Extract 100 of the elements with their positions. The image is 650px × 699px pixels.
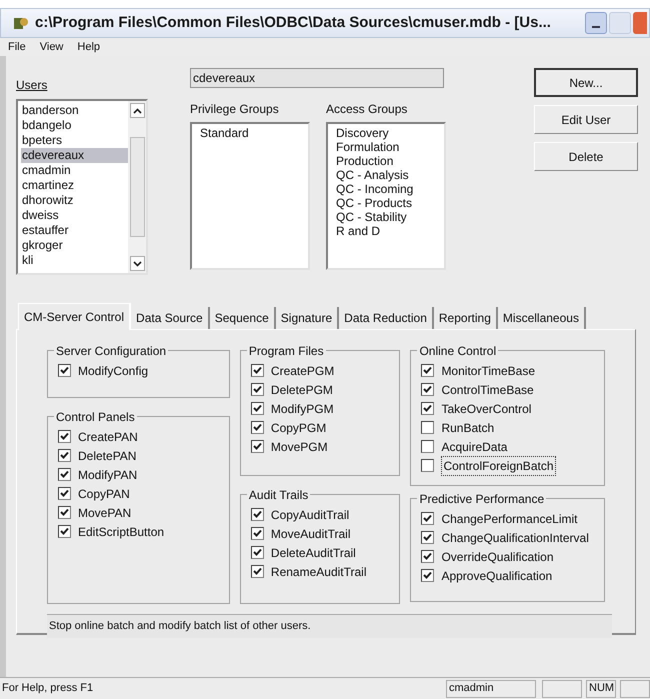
scrollbar[interactable] xyxy=(128,101,146,273)
tab[interactable]: Reporting xyxy=(434,307,498,329)
list-item[interactable]: QC - Products xyxy=(336,196,436,210)
list-item[interactable]: R and D xyxy=(336,224,436,238)
user-item[interactable]: cmadmin xyxy=(21,163,128,178)
user-item[interactable]: bpeters xyxy=(21,133,128,148)
list-item[interactable]: Formulation xyxy=(336,140,436,154)
checkbox-label: CopyPAN xyxy=(78,486,130,502)
user-item[interactable]: dweiss xyxy=(21,208,128,223)
checkbox[interactable] xyxy=(58,430,71,443)
check-icon xyxy=(60,508,69,517)
user-item[interactable]: gkroger xyxy=(21,238,128,253)
privilege-groups-label: Privilege Groups xyxy=(190,101,280,118)
check-icon xyxy=(60,527,69,536)
user-item[interactable]: estauffer xyxy=(21,223,128,238)
list-item[interactable]: Production xyxy=(336,154,436,168)
checkbox-label: MovePAN xyxy=(78,504,132,522)
user-item[interactable]: bdangelo xyxy=(21,118,128,133)
checkbox[interactable] xyxy=(421,569,434,582)
checkbox-label: ChangePerformanceLimit xyxy=(441,510,578,528)
checkbox[interactable] xyxy=(250,383,264,396)
description-text: Stop online batch and modify batch list of other users. xyxy=(47,614,612,638)
list-item[interactable]: QC - Incoming xyxy=(336,182,436,196)
tab[interactable]: Sequence xyxy=(210,307,276,329)
checkbox[interactable] xyxy=(250,421,264,434)
checkbox-label: ControlTimeBase xyxy=(441,382,534,398)
checkbox[interactable] xyxy=(58,487,71,500)
checkbox[interactable] xyxy=(250,508,264,521)
tab[interactable]: CM-Server Control xyxy=(18,303,132,330)
status-help: For Help, press F1 xyxy=(1,681,94,696)
list-item[interactable]: QC - Analysis xyxy=(336,168,436,182)
checkbox-label: ModifyConfig xyxy=(78,362,148,380)
scroll-down-icon[interactable] xyxy=(130,256,144,271)
tab[interactable]: Data Source xyxy=(131,307,210,329)
minimize-button[interactable] xyxy=(585,12,607,34)
window-title: c:\Program Files\Common Files\ODBC\Data Sources\cmuser.mdb - [Us... xyxy=(35,12,552,33)
checkbox[interactable] xyxy=(250,565,264,578)
checkbox[interactable] xyxy=(421,512,434,525)
check-icon xyxy=(423,552,432,561)
user-item[interactable]: dhorowitz xyxy=(21,193,128,208)
action-button[interactable]: Edit User xyxy=(534,105,638,134)
tab[interactable]: Signature xyxy=(276,307,340,329)
tab[interactable]: Miscellaneous xyxy=(498,307,586,329)
checkbox[interactable] xyxy=(250,546,264,559)
scroll-up-icon[interactable] xyxy=(130,103,144,118)
checkbox[interactable] xyxy=(58,525,71,538)
list-item[interactable]: QC - Stability xyxy=(336,210,436,224)
checkbox[interactable] xyxy=(250,402,264,415)
action-button[interactable]: Delete xyxy=(534,142,638,171)
checkbox[interactable] xyxy=(421,531,434,544)
checkbox-label: DeleteAuditTrail xyxy=(270,544,356,562)
checkbox-label: AcquireData xyxy=(441,438,508,456)
checkbox[interactable] xyxy=(421,550,434,563)
checkbox-label: MovePGM xyxy=(270,438,328,456)
checkbox-label: MoveAuditTrail xyxy=(270,526,350,542)
user-item[interactable]: cdevereaux xyxy=(21,148,128,163)
checkbox-label: OverrideQualification xyxy=(441,548,554,566)
check-icon xyxy=(252,385,262,394)
check-icon xyxy=(423,404,432,413)
checkbox-label: CreatePGM xyxy=(270,362,334,380)
checkbox[interactable] xyxy=(58,449,71,462)
checkbox[interactable] xyxy=(250,364,264,377)
checkbox[interactable] xyxy=(421,383,434,396)
checkbox[interactable] xyxy=(250,527,264,540)
user-item[interactable]: cmartinez xyxy=(21,178,128,193)
user-name-field[interactable]: cdevereaux xyxy=(190,68,444,88)
check-icon xyxy=(252,548,262,557)
check-icon xyxy=(252,529,262,538)
scroll-thumb[interactable] xyxy=(130,137,144,237)
list-item[interactable]: Standard xyxy=(200,126,300,140)
checkbox-label: CopyAuditTrail xyxy=(270,506,350,524)
check-icon xyxy=(423,533,432,542)
user-item[interactable]: kli xyxy=(21,253,128,268)
checkbox[interactable] xyxy=(421,459,434,472)
checkbox[interactable] xyxy=(421,402,434,415)
check-icon xyxy=(60,470,69,479)
menu-item[interactable]: View xyxy=(40,38,64,56)
checkbox-label: DeletePAN xyxy=(78,448,136,464)
status-user: cmadmin xyxy=(446,680,536,698)
check-icon xyxy=(252,423,262,432)
checkbox[interactable] xyxy=(58,506,71,519)
check-icon xyxy=(60,432,69,441)
menu-item[interactable]: File xyxy=(8,38,26,56)
check-icon xyxy=(60,451,69,460)
checkbox[interactable] xyxy=(58,468,71,481)
menu-item[interactable]: Help xyxy=(77,38,100,56)
checkbox-label: ModifyPAN xyxy=(78,466,138,484)
checkbox[interactable] xyxy=(421,421,434,434)
checkbox[interactable] xyxy=(58,364,71,377)
checkbox-label: ChangeQualificationInterval xyxy=(441,530,589,546)
checkbox[interactable] xyxy=(421,364,434,377)
check-icon xyxy=(252,404,262,413)
list-item[interactable]: Discovery xyxy=(336,126,436,140)
action-button[interactable]: New... xyxy=(534,68,638,97)
check-icon xyxy=(252,567,262,576)
checkbox[interactable] xyxy=(250,440,264,453)
user-item[interactable]: banderson xyxy=(21,103,128,118)
checkbox-label: MonitorTimeBase xyxy=(441,362,536,380)
tab[interactable]: Data Reduction xyxy=(339,307,434,329)
checkbox[interactable] xyxy=(421,440,434,453)
